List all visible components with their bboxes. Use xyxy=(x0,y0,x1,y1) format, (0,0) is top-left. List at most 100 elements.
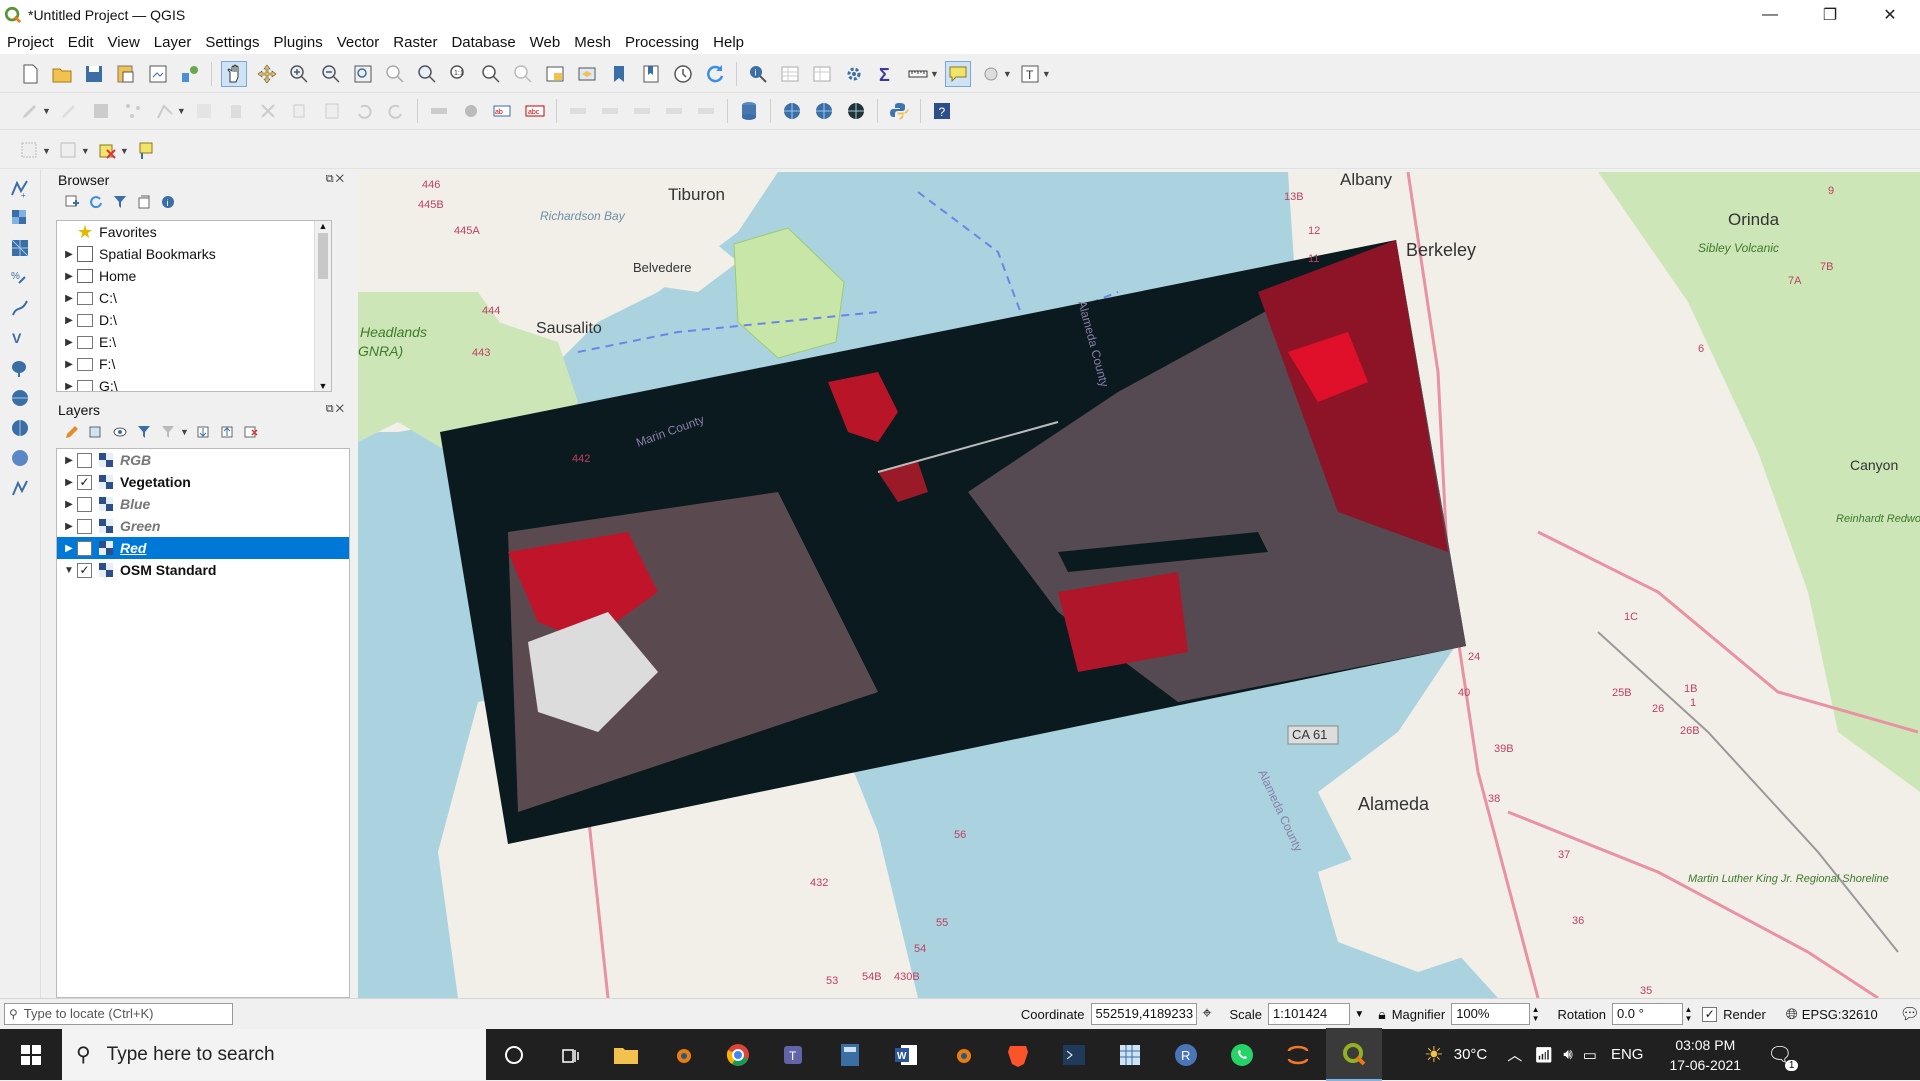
deselect-all-icon[interactable] xyxy=(96,139,120,163)
restore-button[interactable]: ❐ xyxy=(1800,0,1860,30)
layer-item-vegetation[interactable]: ▶ ✓ Vegetation xyxy=(57,471,349,493)
layer-visibility-checkbox[interactable]: ✓ xyxy=(77,474,92,490)
db-manager-icon[interactable] xyxy=(737,99,761,123)
modify-attributes-icon[interactable] xyxy=(192,99,216,123)
field-calculator-icon[interactable] xyxy=(810,62,834,86)
new-3d-view-icon[interactable] xyxy=(575,62,599,86)
add-postgis-icon[interactable] xyxy=(8,356,32,380)
layer-item-green[interactable]: ▶ Green xyxy=(57,515,349,537)
zoom-in-icon[interactable] xyxy=(287,62,311,86)
add-wfs-layer-icon[interactable] xyxy=(8,476,32,500)
pan-to-selection-icon[interactable] xyxy=(255,62,279,86)
redo-icon[interactable] xyxy=(384,99,408,123)
browser-item-c-drive[interactable]: ▶ C:\ xyxy=(57,287,331,309)
expand-all-icon[interactable] xyxy=(195,424,211,440)
show-bookmarks-icon[interactable] xyxy=(639,62,663,86)
add-wcs-layer-icon[interactable] xyxy=(8,446,32,470)
copy-features-icon[interactable] xyxy=(288,99,312,123)
menu-settings[interactable]: Settings xyxy=(198,34,266,51)
help-icon[interactable]: ? xyxy=(930,99,954,123)
pan-map-icon[interactable] xyxy=(221,61,247,87)
remove-layer-icon[interactable] xyxy=(243,424,259,440)
toggle-extents-icon[interactable]: ⌖ xyxy=(1203,1005,1212,1023)
refresh-browser-icon[interactable] xyxy=(88,194,104,210)
labeling-abc-red-icon[interactable]: abc xyxy=(523,99,547,123)
browser-item-f-drive[interactable]: ▶ F:\ xyxy=(57,353,331,375)
menu-processing[interactable]: Processing xyxy=(618,34,706,51)
messages-icon[interactable]: 💬︎ xyxy=(1900,1004,1920,1024)
start-button[interactable] xyxy=(0,1029,62,1080)
add-wfs-icon[interactable] xyxy=(812,99,836,123)
measure-icon[interactable] xyxy=(906,62,930,86)
coordinate-field[interactable]: 552519,4189233 xyxy=(1090,1003,1197,1025)
add-spatialite-icon[interactable] xyxy=(8,296,32,320)
temporal-controller-icon[interactable] xyxy=(671,62,695,86)
crs-label[interactable]: EPSG:32610 xyxy=(1802,1007,1878,1022)
zoom-selection-icon[interactable] xyxy=(383,62,407,86)
browser-item-favorites[interactable]: ★ Favorites xyxy=(57,221,331,243)
zoom-next-icon[interactable] xyxy=(511,62,535,86)
toggle-editing-icon[interactable] xyxy=(57,99,81,123)
cmd-icon[interactable] xyxy=(1046,1029,1102,1080)
notification-center-icon[interactable]: 🗨︎ 1 xyxy=(1767,1042,1799,1071)
add-selected-layers-icon[interactable] xyxy=(64,194,80,210)
filter-expression-icon[interactable] xyxy=(160,424,176,440)
snipping-tool-icon[interactable] xyxy=(1102,1029,1158,1080)
zoom-native-icon[interactable]: 1:1 xyxy=(447,62,471,86)
select-by-expression-icon[interactable] xyxy=(57,139,81,163)
add-delimited-text-icon[interactable]: % xyxy=(8,266,32,290)
word-icon[interactable]: W xyxy=(878,1029,934,1080)
layer-item-blue[interactable]: ▶ Blue xyxy=(57,493,349,515)
locator-gear-icon[interactable] xyxy=(979,62,1003,86)
task-view-icon[interactable] xyxy=(542,1029,598,1080)
layer-visibility-checkbox[interactable] xyxy=(77,452,92,468)
locator-search-input[interactable]: ⚲ Type to locate (Ctrl+K) xyxy=(4,1003,233,1025)
add-xyz-layer-icon[interactable] xyxy=(8,416,32,440)
processing-toolbox-icon[interactable] xyxy=(842,62,866,86)
menu-view[interactable]: View xyxy=(101,34,147,51)
show-hide-labels-icon[interactable] xyxy=(598,99,622,123)
refresh-icon[interactable] xyxy=(703,62,727,86)
render-checkbox[interactable]: ✓ xyxy=(1702,1006,1718,1022)
menu-help[interactable]: Help xyxy=(706,34,751,51)
save-project-icon[interactable] xyxy=(82,62,106,86)
layer-item-red[interactable]: ▶ Red xyxy=(57,537,349,559)
current-edits-icon[interactable] xyxy=(18,99,42,123)
pin-labels-icon[interactable] xyxy=(566,99,590,123)
menu-raster[interactable]: Raster xyxy=(386,34,444,51)
properties-info-icon[interactable]: i xyxy=(160,194,176,210)
layer-item-rgb[interactable]: ▶ RGB xyxy=(57,449,349,471)
minimize-button[interactable]: — xyxy=(1740,0,1800,30)
menu-plugins[interactable]: Plugins xyxy=(267,34,330,51)
jupyter-icon[interactable] xyxy=(1270,1029,1326,1080)
paste-features-icon[interactable] xyxy=(320,99,344,123)
style-manager-icon[interactable] xyxy=(178,62,202,86)
browser-scrollbar[interactable]: ▲ ▼ xyxy=(314,221,331,391)
label-toolbar-icon[interactable] xyxy=(427,99,451,123)
add-group-icon[interactable] xyxy=(88,424,104,440)
weather-widget[interactable]: ☀︎ 30°C xyxy=(1424,1042,1487,1068)
network-icon[interactable]: 📶︎ xyxy=(1534,1046,1553,1064)
layer-visibility-checkbox[interactable] xyxy=(77,496,92,512)
save-as-icon[interactable] xyxy=(114,62,138,86)
magnifier-spinbox[interactable]: 100% xyxy=(1451,1003,1530,1025)
battery-icon[interactable]: ▭ xyxy=(1583,1046,1597,1064)
blender-second-icon[interactable] xyxy=(934,1029,990,1080)
scale-combo[interactable]: 1:101424 xyxy=(1268,1003,1351,1025)
teams-icon[interactable]: T xyxy=(766,1029,822,1080)
print-layout-icon[interactable] xyxy=(146,62,170,86)
add-wms-layer-icon[interactable] xyxy=(8,386,32,410)
qgis-taskbar-icon[interactable] xyxy=(1326,1028,1382,1081)
blender-icon[interactable] xyxy=(654,1029,710,1080)
r-language-icon[interactable]: R xyxy=(1158,1029,1214,1080)
globe-icon[interactable]: 🌐︎ xyxy=(1786,1006,1798,1023)
browser-item-g-drive[interactable]: ▶ G:\ xyxy=(57,375,331,391)
menu-mesh[interactable]: Mesh xyxy=(567,34,618,51)
map-tips-icon[interactable] xyxy=(944,61,971,87)
layer-visibility-checkbox[interactable] xyxy=(77,518,92,534)
filter-browser-icon[interactable] xyxy=(112,194,128,210)
rotation-spinbox[interactable]: 0.0 ° xyxy=(1611,1003,1683,1025)
cut-features-icon[interactable] xyxy=(256,99,280,123)
close-button[interactable]: ✕ xyxy=(1860,0,1920,30)
open-styling-icon[interactable] xyxy=(64,424,80,440)
